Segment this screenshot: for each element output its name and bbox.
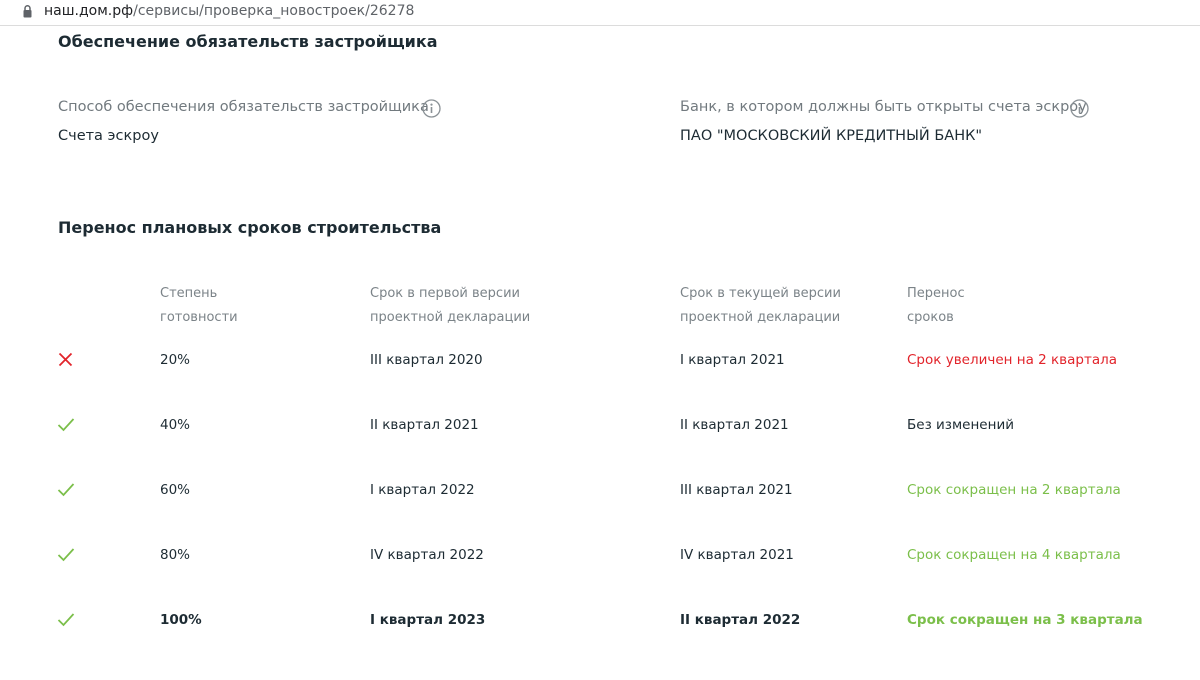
- first-version-deadline-cell: II квартал 2021: [370, 417, 479, 433]
- column-header-first-version: Срок в первой версии проектной деклараци…: [370, 282, 530, 330]
- schedule-section-title: Перенос плановых сроков строительства: [58, 218, 442, 237]
- url-text[interactable]: наш.дом.рф/сервисы/проверка_новостроек/2…: [44, 3, 414, 19]
- security-section-title: Обеспечение обязательств застройщика: [58, 32, 438, 51]
- address-bar[interactable]: наш.дом.рф/сервисы/проверка_новостроек/2…: [0, 0, 1200, 26]
- check-icon: [57, 548, 75, 562]
- header-line: проектной декларации: [680, 310, 841, 325]
- readiness-cell: 80%: [160, 547, 191, 563]
- header-line: проектной декларации: [370, 310, 531, 325]
- cross-icon: [58, 352, 73, 367]
- current-version-deadline-cell: IV квартал 2021: [680, 547, 794, 563]
- current-version-deadline-cell: I квартал 2021: [680, 352, 785, 368]
- current-version-deadline-cell: II квартал 2022: [680, 612, 801, 628]
- current-version-deadline-cell: III квартал 2021: [680, 482, 793, 498]
- deadline-shift-cell: Срок сокращен на 2 квартала: [907, 482, 1121, 498]
- first-version-deadline-cell: I квартал 2022: [370, 482, 475, 498]
- column-header-shift: Перенос сроков: [907, 282, 965, 330]
- url-path: /сервисы/проверка_новостроек/26278: [133, 3, 415, 19]
- readiness-cell: 40%: [160, 417, 191, 433]
- readiness-cell: 100%: [160, 612, 202, 628]
- escrow-bank-value: ПАО "МОСКОВСКИЙ КРЕДИТНЫЙ БАНК": [680, 128, 983, 144]
- readiness-cell: 60%: [160, 482, 191, 498]
- check-icon: [57, 418, 75, 432]
- info-icon[interactable]: [422, 99, 441, 118]
- header-line: готовности: [160, 310, 238, 325]
- url-host: наш.дом.рф: [44, 3, 134, 19]
- first-version-deadline-cell: IV квартал 2022: [370, 547, 484, 563]
- deadline-shift-cell: Срок сокращен на 3 квартала: [907, 612, 1143, 628]
- header-line: сроков: [907, 310, 954, 325]
- info-icon[interactable]: [1070, 99, 1089, 118]
- check-icon: [57, 483, 75, 497]
- readiness-cell: 20%: [160, 352, 191, 368]
- deadline-shift-cell: Срок сокращен на 4 квартала: [907, 547, 1121, 563]
- column-header-readiness: Степень готовности: [160, 282, 238, 330]
- lock-icon: [23, 5, 32, 18]
- deadline-shift-cell: Срок увеличен на 2 квартала: [907, 352, 1118, 368]
- escrow-bank-label: Банк, в котором должны быть открыты счет…: [680, 99, 1087, 115]
- header-line: Срок в первой версии: [370, 286, 520, 301]
- security-method-label: Способ обеспечения обязательств застройщ…: [58, 99, 429, 115]
- deadline-shift-cell: Без изменений: [907, 417, 1014, 433]
- security-method-value: Счета эскроу: [58, 128, 159, 144]
- header-line: Срок в текущей версии: [680, 286, 841, 301]
- header-line: Перенос: [907, 286, 965, 301]
- current-version-deadline-cell: II квартал 2021: [680, 417, 789, 433]
- first-version-deadline-cell: III квартал 2020: [370, 352, 483, 368]
- column-header-current-version: Срок в текущей версии проектной декларац…: [680, 282, 841, 330]
- check-icon: [57, 613, 75, 627]
- header-line: Степень: [160, 286, 218, 301]
- first-version-deadline-cell: I квартал 2023: [370, 612, 486, 628]
